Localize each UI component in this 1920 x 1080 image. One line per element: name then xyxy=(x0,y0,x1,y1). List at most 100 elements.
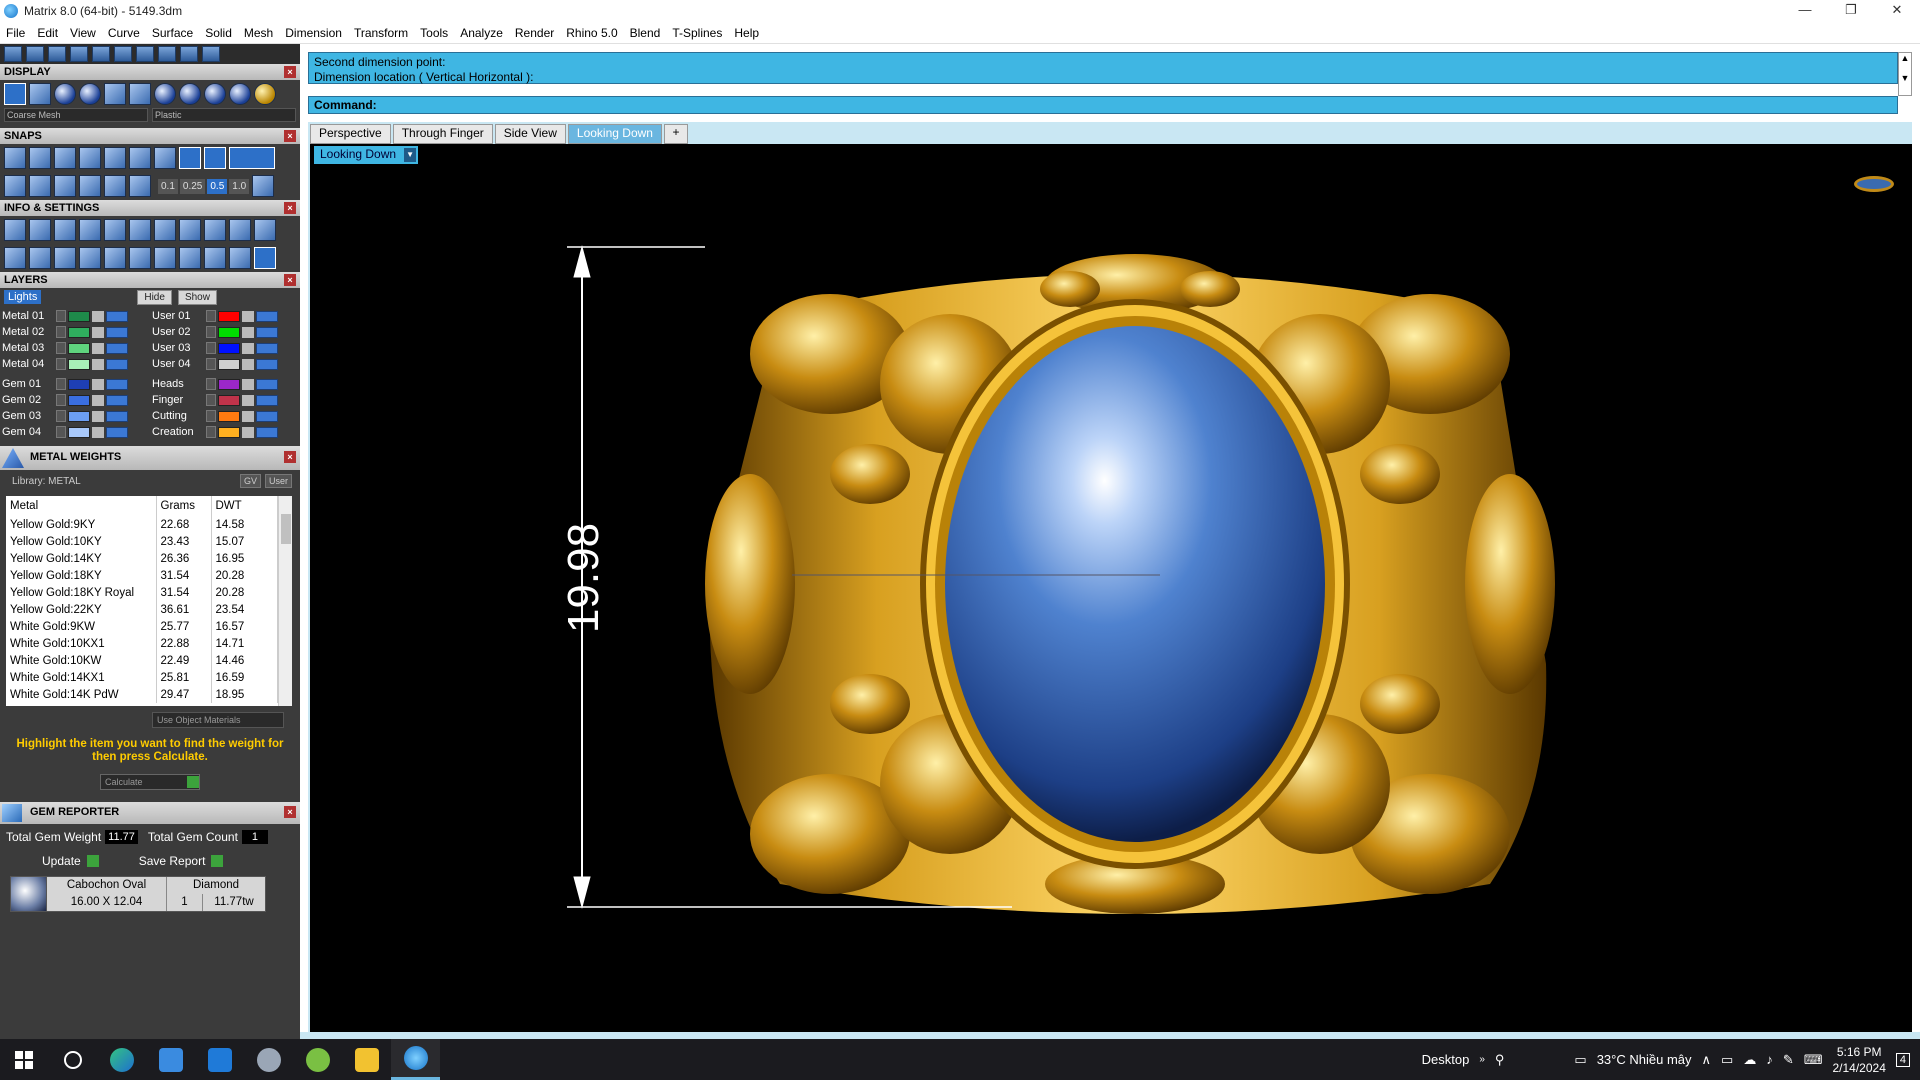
frame-2-icon[interactable] xyxy=(229,219,251,241)
layer-color-swatch[interactable] xyxy=(218,342,240,354)
render-3-icon[interactable] xyxy=(229,247,251,269)
render-2-icon[interactable] xyxy=(204,247,226,269)
render-1-icon[interactable] xyxy=(179,247,201,269)
lock-icon[interactable] xyxy=(242,410,254,422)
layer-color-swatch[interactable] xyxy=(68,410,90,422)
layer-color-swatch[interactable] xyxy=(68,342,90,354)
calculate-button[interactable]: Calculate xyxy=(100,774,200,790)
close-icon[interactable]: × xyxy=(284,66,296,78)
snap-value[interactable]: 0.5 xyxy=(207,178,228,194)
column-header[interactable]: Grams xyxy=(156,496,212,516)
layer-row[interactable]: Gem 03 xyxy=(2,408,148,424)
measure-icon[interactable] xyxy=(129,247,151,269)
column-header[interactable]: DWT xyxy=(211,496,278,516)
layer-expand-icon[interactable] xyxy=(206,394,216,406)
layer-color-swatch[interactable] xyxy=(68,326,90,338)
layer-color-swatch[interactable] xyxy=(218,426,240,438)
mail-icon[interactable] xyxy=(195,1039,244,1080)
snap-near-icon[interactable] xyxy=(29,147,51,169)
layer-color-swatch[interactable] xyxy=(68,426,90,438)
command-scrollbar[interactable]: ▲ ▼ xyxy=(1898,52,1912,96)
layer-expand-icon[interactable] xyxy=(206,342,216,354)
lock-icon[interactable] xyxy=(92,378,104,390)
frame-3-icon[interactable] xyxy=(254,219,276,241)
layer-visibility-toggle[interactable] xyxy=(256,310,278,322)
app-green-icon[interactable] xyxy=(293,1039,342,1080)
layer-expand-icon[interactable] xyxy=(56,394,66,406)
show-button[interactable]: Show xyxy=(177,289,217,305)
lock-icon[interactable] xyxy=(242,358,254,370)
tab-through-finger[interactable]: Through Finger xyxy=(392,124,493,144)
snap-knot-icon[interactable] xyxy=(79,175,101,197)
lock-icon[interactable] xyxy=(92,394,104,406)
add-tab-icon[interactable]: + xyxy=(663,124,688,144)
layer-visibility-toggle[interactable] xyxy=(256,342,278,354)
shaded-icon[interactable] xyxy=(54,83,76,105)
snap-end-icon[interactable] xyxy=(4,147,26,169)
layer-expand-icon[interactable] xyxy=(206,410,216,422)
extrude-tool-icon[interactable] xyxy=(92,46,110,62)
gv-toggle[interactable]: GV xyxy=(239,474,261,488)
layer-row[interactable]: User 02 xyxy=(152,324,298,340)
lock-icon[interactable] xyxy=(92,326,104,338)
material-sphere-3-icon[interactable] xyxy=(204,83,226,105)
menu-analyze[interactable]: Analyze xyxy=(454,26,509,40)
array-tool-icon[interactable] xyxy=(180,46,198,62)
layer-visibility-toggle[interactable] xyxy=(106,426,128,438)
close-icon[interactable]: × xyxy=(284,806,296,818)
lock-icon[interactable] xyxy=(242,394,254,406)
pen-icon[interactable]: ✎ xyxy=(1783,1052,1794,1068)
menu-help[interactable]: Help xyxy=(728,26,765,40)
desktop-label[interactable]: Desktop xyxy=(1422,1052,1470,1067)
lock-icon[interactable] xyxy=(92,342,104,354)
layer-visibility-toggle[interactable] xyxy=(256,410,278,422)
menu-mesh[interactable]: Mesh xyxy=(238,26,279,40)
snap-project-icon[interactable] xyxy=(129,175,151,197)
network-icon[interactable]: ▭ xyxy=(1721,1052,1733,1068)
layer-visibility-toggle[interactable] xyxy=(256,326,278,338)
material-sphere-1-icon[interactable] xyxy=(154,83,176,105)
keyboard-icon[interactable]: ⌨ xyxy=(1804,1052,1823,1068)
command-input[interactable]: Command: xyxy=(308,96,1898,114)
snap-intersect-icon[interactable] xyxy=(129,147,151,169)
technical-icon[interactable] xyxy=(129,83,151,105)
layer-expand-icon[interactable] xyxy=(206,326,216,338)
restore-button[interactable]: ❐ xyxy=(1828,0,1874,22)
lock-icon[interactable] xyxy=(242,378,254,390)
snap-grid-2-icon[interactable] xyxy=(4,175,26,197)
menu-render[interactable]: Render xyxy=(509,26,560,40)
table-row[interactable]: Yellow Gold:18KY 31.54 20.28 xyxy=(6,567,278,584)
layer-visibility-toggle[interactable] xyxy=(256,426,278,438)
xray-icon[interactable] xyxy=(104,83,126,105)
volume-icon[interactable]: ♪ xyxy=(1766,1052,1773,1067)
layer-visibility-toggle[interactable] xyxy=(256,394,278,406)
edge-icon[interactable] xyxy=(97,1039,146,1080)
layer-expand-icon[interactable] xyxy=(206,378,216,390)
table-row[interactable]: Yellow Gold:9KY 22.68 14.58 xyxy=(6,516,278,533)
snap-point-icon[interactable] xyxy=(54,147,76,169)
tray-overflow-icon[interactable]: ∧ xyxy=(1702,1052,1712,1068)
cube-icon[interactable] xyxy=(154,219,176,241)
close-icon[interactable]: × xyxy=(284,451,296,463)
layer-expand-icon[interactable] xyxy=(206,426,216,438)
table-row[interactable]: Yellow Gold:14KY 26.36 16.95 xyxy=(6,550,278,567)
lock-icon[interactable] xyxy=(242,326,254,338)
column-header[interactable]: Metal xyxy=(6,496,157,516)
clock[interactable]: 5:16 PM 2/14/2024 xyxy=(1832,1044,1885,1076)
people-icon[interactable]: ⚲ xyxy=(1495,1052,1505,1068)
snap-planar-icon[interactable] xyxy=(229,147,275,169)
layer-color-swatch[interactable] xyxy=(218,310,240,322)
filter-icon[interactable] xyxy=(104,247,126,269)
weather-text[interactable]: 33°C Nhiều mây xyxy=(1597,1052,1692,1067)
menu-surface[interactable]: Surface xyxy=(146,26,199,40)
weather-icon[interactable]: ▭ xyxy=(1574,1052,1586,1068)
note-icon[interactable] xyxy=(129,219,151,241)
frame-1-icon[interactable] xyxy=(204,219,226,241)
layer-expand-icon[interactable] xyxy=(56,310,66,322)
snap-value[interactable]: 0.25 xyxy=(179,178,206,194)
layer-visibility-toggle[interactable] xyxy=(256,358,278,370)
curve-tool-icon[interactable] xyxy=(4,46,22,62)
chevron-up-icon[interactable]: » xyxy=(1479,1054,1485,1065)
table-row[interactable]: White Gold:14KX1 25.81 16.59 xyxy=(6,669,278,686)
table-row[interactable]: Yellow Gold:18KY Royal 31.54 20.28 xyxy=(6,584,278,601)
